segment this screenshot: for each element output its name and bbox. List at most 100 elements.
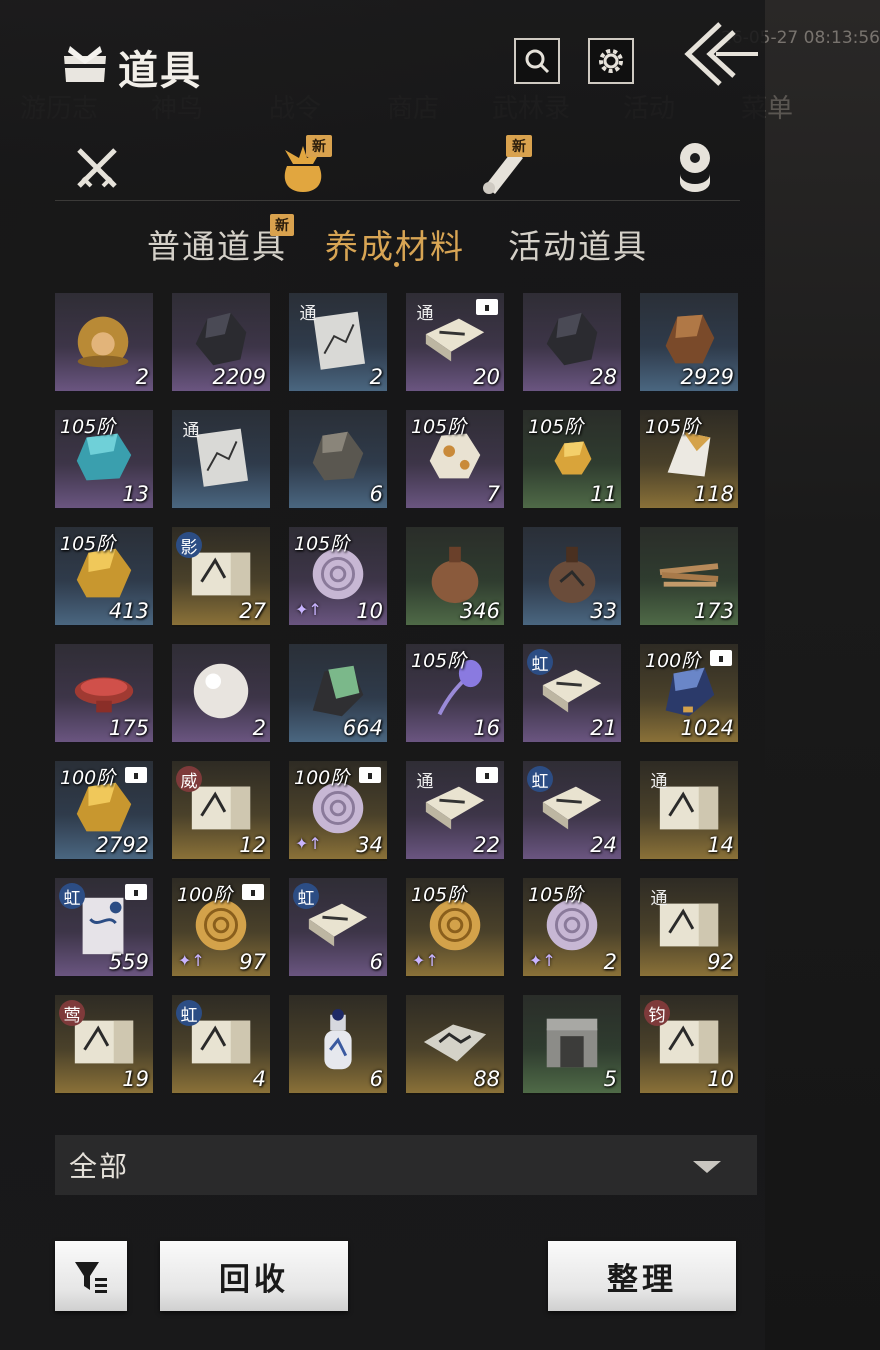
item-slot[interactable]: 虹 559 xyxy=(55,878,153,978)
item-slot[interactable]: 通2 xyxy=(289,293,387,393)
item-slot[interactable]: 6 xyxy=(289,995,387,1095)
item-slot[interactable]: 28 xyxy=(523,293,621,393)
item-tag: 虹 xyxy=(59,883,85,909)
item-slot[interactable]: 664 xyxy=(289,644,387,744)
item-slot[interactable]: 88 xyxy=(406,995,504,1095)
subtab-general[interactable]: 普通道具 xyxy=(147,220,287,268)
item-tag: 虹 xyxy=(527,766,553,792)
item-tag: 虹 xyxy=(176,1000,202,1026)
item-slot[interactable]: 105阶 16 xyxy=(406,644,504,744)
item-count: 14 xyxy=(707,833,734,857)
tab-currency[interactable] xyxy=(660,135,730,201)
item-slot[interactable]: 100阶 1024 xyxy=(640,644,738,744)
item-count: 173 xyxy=(693,599,734,623)
item-tier: 105阶 xyxy=(411,416,467,438)
subtab-materials[interactable]: 养成材料 xyxy=(325,220,465,268)
item-slot[interactable]: 105阶 7 xyxy=(406,410,504,510)
item-count: 27 xyxy=(239,599,266,623)
item-slot[interactable]: 钧 10 xyxy=(640,995,738,1095)
item-tier: 100阶 xyxy=(294,767,350,789)
item-count: 21 xyxy=(590,716,617,740)
lock-icon xyxy=(242,884,264,900)
filter-selected: 全部 xyxy=(69,1150,130,1183)
back-chevron-icon[interactable] xyxy=(680,18,760,88)
lock-icon xyxy=(359,767,381,783)
upgrade-arrow-icon: ✦↑ xyxy=(178,951,205,970)
sort-button[interactable]: 整理 xyxy=(548,1241,736,1311)
lock-icon xyxy=(476,767,498,783)
filter-button[interactable] xyxy=(55,1241,127,1311)
item-slot[interactable]: 105阶 ✦↑ 2 xyxy=(523,878,621,978)
recycle-button[interactable]: 回收 xyxy=(160,1241,348,1311)
golden-orb-icon xyxy=(77,316,129,368)
search-button[interactable] xyxy=(514,38,560,84)
item-slot[interactable]: 100阶 2792 xyxy=(55,761,153,861)
page-title: 道具 xyxy=(118,47,202,94)
item-slot[interactable]: 通 xyxy=(172,410,270,510)
tab-scrolls[interactable]: 新 xyxy=(468,135,538,201)
item-slot[interactable]: 175 xyxy=(55,644,153,744)
item-slot[interactable]: 威 12 xyxy=(172,761,270,861)
item-count: 20 xyxy=(473,365,500,389)
item-slot[interactable]: 5 xyxy=(523,995,621,1095)
item-count: 2209 xyxy=(212,365,266,389)
item-slot[interactable]: 2 xyxy=(55,293,153,393)
item-slot[interactable]: 33 xyxy=(523,527,621,627)
item-count: 33 xyxy=(590,599,617,623)
settings-button[interactable] xyxy=(588,38,634,84)
item-tag: 通 xyxy=(182,420,200,441)
item-slot[interactable]: 通 92 xyxy=(640,878,738,978)
item-slot[interactable]: 105阶 118 xyxy=(640,410,738,510)
item-slot[interactable]: 虹 24 xyxy=(523,761,621,861)
item-count: 559 xyxy=(108,950,149,974)
item-slot[interactable]: 105阶 ✦↑ xyxy=(406,878,504,978)
item-slot[interactable]: 100阶 ✦↑ 34 xyxy=(289,761,387,861)
item-count: 2 xyxy=(603,950,617,974)
item-tag: 通 xyxy=(650,771,668,792)
filter-dropdown[interactable]: 全部 xyxy=(55,1135,757,1195)
item-count: 10 xyxy=(707,1067,734,1091)
item-tag: 莺 xyxy=(59,1000,85,1026)
item-slot[interactable]: 莺 19 xyxy=(55,995,153,1095)
item-tag: 虹 xyxy=(527,649,553,675)
item-count: 24 xyxy=(590,833,617,857)
item-tier: 105阶 xyxy=(60,533,116,555)
upgrade-arrow-icon: ✦↑ xyxy=(295,834,322,853)
search-icon xyxy=(525,49,550,74)
item-slot[interactable]: 2 xyxy=(172,644,270,744)
item-slot[interactable]: 100阶 ✦↑ 97 xyxy=(172,878,270,978)
item-tier: 105阶 xyxy=(645,416,701,438)
item-count: 10 xyxy=(356,599,383,623)
new-badge: 新 xyxy=(270,214,294,236)
gear-icon xyxy=(599,49,623,73)
item-slot[interactable]: 105阶 ✦↑ 10 xyxy=(289,527,387,627)
item-slot[interactable]: 通 20 xyxy=(406,293,504,393)
item-slot[interactable]: 2209 xyxy=(172,293,270,393)
item-slot[interactable]: 2929 xyxy=(640,293,738,393)
lock-icon xyxy=(125,767,147,783)
item-count: 413 xyxy=(108,599,149,623)
tab-equipment[interactable] xyxy=(62,135,132,201)
item-tier: 100阶 xyxy=(177,884,233,906)
item-count: 88 xyxy=(473,1067,500,1091)
item-slot[interactable]: 105阶 13 xyxy=(55,410,153,510)
porcelain-bottle-icon xyxy=(324,1008,352,1070)
subtab-event[interactable]: 活动道具 xyxy=(508,220,648,268)
active-indicator xyxy=(394,262,399,267)
item-slot[interactable]: 6 xyxy=(289,410,387,510)
item-slot[interactable]: 105阶 413 xyxy=(55,527,153,627)
item-tier: 105阶 xyxy=(528,884,584,906)
item-slot[interactable]: 通 22 xyxy=(406,761,504,861)
item-slot[interactable]: 173 xyxy=(640,527,738,627)
item-slot[interactable]: 通 14 xyxy=(640,761,738,861)
new-badge: 新 xyxy=(306,135,332,157)
item-tag: 通 xyxy=(650,888,668,909)
item-slot[interactable]: 虹 21 xyxy=(523,644,621,744)
item-slot[interactable]: 影 27 xyxy=(172,527,270,627)
item-count: 2 xyxy=(252,716,266,740)
tab-materials[interactable]: 新 xyxy=(268,135,338,201)
item-slot[interactable]: 虹4 xyxy=(172,995,270,1095)
item-slot[interactable]: 346 xyxy=(406,527,504,627)
item-slot[interactable]: 105阶 11 xyxy=(523,410,621,510)
item-slot[interactable]: 虹6 xyxy=(289,878,387,978)
